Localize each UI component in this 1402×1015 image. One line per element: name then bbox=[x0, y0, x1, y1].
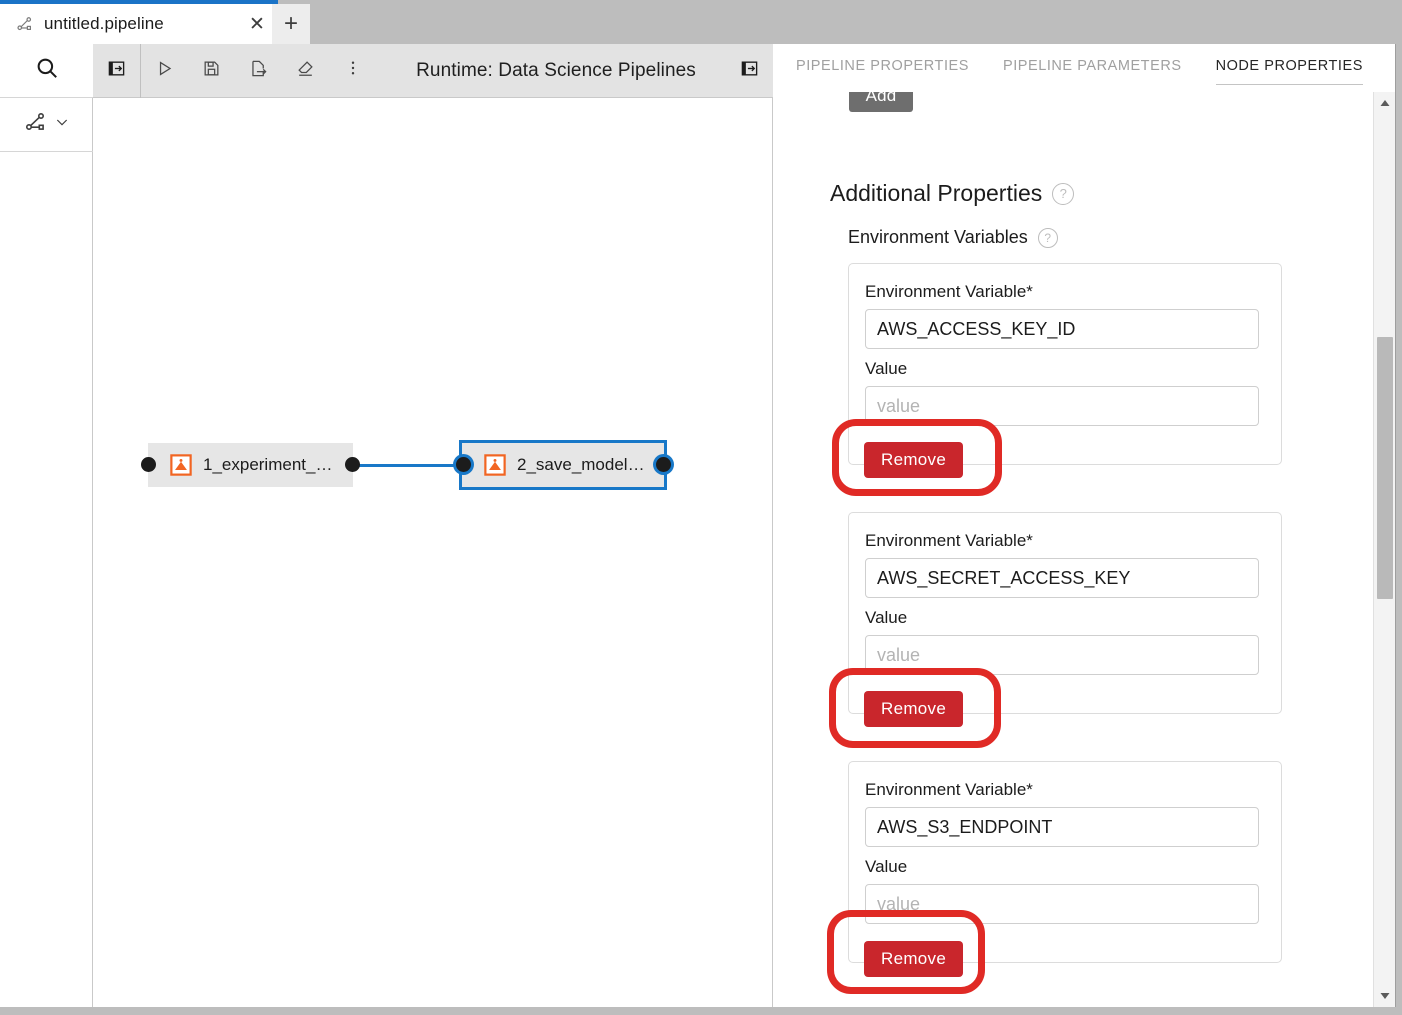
pipeline-canvas[interactable]: 1_experiment_… 2_save_model… bbox=[93, 98, 773, 1007]
help-icon[interactable]: ? bbox=[1038, 228, 1058, 248]
export-icon bbox=[249, 59, 268, 83]
new-tab-button[interactable]: + bbox=[272, 4, 310, 44]
search-icon bbox=[34, 55, 60, 86]
env-var-name-label: Environment Variable* bbox=[865, 780, 1265, 800]
pipeline-node[interactable]: 1_experiment_… bbox=[148, 443, 353, 487]
properties-panel: PIPELINE PROPERTIES PIPELINE PARAMETERS … bbox=[774, 44, 1395, 1007]
panel-open-icon bbox=[107, 59, 126, 83]
scroll-down-arrow[interactable] bbox=[1374, 985, 1396, 1007]
kebab-menu-icon bbox=[344, 59, 362, 82]
env-var-card: Environment Variable* Value bbox=[848, 512, 1282, 714]
clear-button[interactable] bbox=[282, 44, 329, 98]
runtime-label: Runtime: Data Science Pipelines bbox=[376, 60, 726, 82]
window-bottom-edge bbox=[0, 1007, 1402, 1015]
panel-open-icon bbox=[740, 59, 759, 83]
help-icon[interactable]: ? bbox=[1052, 183, 1074, 205]
play-icon bbox=[155, 59, 174, 83]
pipeline-toolbar: Runtime: Data Science Pipelines bbox=[93, 44, 773, 98]
section-title-text: Additional Properties bbox=[830, 180, 1042, 207]
tab-pipeline-properties[interactable]: PIPELINE PROPERTIES bbox=[796, 58, 969, 84]
scrollbar-thumb[interactable] bbox=[1377, 337, 1393, 599]
add-button[interactable]: Add bbox=[849, 92, 913, 112]
subsection-title-environment-variables: Environment Variables ? bbox=[848, 227, 1058, 248]
env-var-name-label: Environment Variable* bbox=[865, 531, 1265, 551]
tab-node-properties[interactable]: NODE PROPERTIES bbox=[1216, 58, 1363, 85]
export-button[interactable] bbox=[235, 44, 282, 98]
pipeline-icon bbox=[16, 15, 34, 33]
sidebar-item-search[interactable] bbox=[0, 44, 93, 98]
node-output-port[interactable] bbox=[656, 457, 671, 472]
save-icon bbox=[202, 59, 221, 83]
notebook-node-icon bbox=[170, 454, 192, 476]
remove-button[interactable]: Remove bbox=[864, 941, 963, 977]
remove-button[interactable]: Remove bbox=[864, 691, 963, 727]
env-var-value-label: Value bbox=[865, 608, 1265, 628]
sidebar-item-pipeline-palette[interactable] bbox=[0, 98, 93, 152]
left-sidebar-rail bbox=[0, 44, 93, 1007]
env-var-name-label: Environment Variable* bbox=[865, 282, 1265, 302]
close-icon[interactable]: ✕ bbox=[244, 11, 270, 37]
env-var-name-input[interactable] bbox=[865, 807, 1259, 847]
env-var-value-input[interactable] bbox=[865, 884, 1259, 924]
panel-scrollbar[interactable] bbox=[1373, 92, 1395, 1007]
save-button[interactable] bbox=[188, 44, 235, 98]
open-panel-right-button[interactable] bbox=[726, 44, 773, 98]
window-right-edge bbox=[1396, 44, 1402, 1007]
env-var-name-input[interactable] bbox=[865, 558, 1259, 598]
env-var-name-input[interactable] bbox=[865, 309, 1259, 349]
env-var-card: Environment Variable* Value bbox=[848, 761, 1282, 963]
env-var-value-input[interactable] bbox=[865, 635, 1259, 675]
editor-tab-untitled-pipeline[interactable]: untitled.pipeline ✕ bbox=[0, 0, 278, 44]
scroll-up-arrow[interactable] bbox=[1374, 92, 1396, 114]
main-frame: Runtime: Data Science Pipelines bbox=[0, 44, 1396, 1007]
tab-pipeline-parameters[interactable]: PIPELINE PARAMETERS bbox=[1003, 58, 1182, 84]
remove-button[interactable]: Remove bbox=[864, 442, 963, 478]
subsection-title-text: Environment Variables bbox=[848, 227, 1028, 248]
eraser-icon bbox=[296, 59, 315, 83]
notebook-node-icon bbox=[484, 454, 506, 476]
node-input-port[interactable] bbox=[141, 457, 156, 472]
open-panel-left-button[interactable] bbox=[93, 44, 140, 98]
overflow-menu-button[interactable] bbox=[329, 44, 376, 98]
pipeline-node-label: 1_experiment_… bbox=[203, 455, 332, 475]
node-input-port[interactable] bbox=[456, 457, 471, 472]
node-output-port[interactable] bbox=[345, 457, 360, 472]
pipeline-node-label: 2_save_model… bbox=[517, 455, 645, 475]
pipeline-node-selected[interactable]: 2_save_model… bbox=[459, 440, 667, 490]
env-var-card: Environment Variable* Value bbox=[848, 263, 1282, 465]
editor-tab-label: untitled.pipeline bbox=[44, 14, 244, 34]
chevron-down-icon bbox=[54, 114, 70, 135]
run-button[interactable] bbox=[141, 44, 188, 98]
env-var-value-input[interactable] bbox=[865, 386, 1259, 426]
node-link bbox=[353, 464, 463, 467]
section-title-additional-properties: Additional Properties ? bbox=[830, 180, 1074, 207]
pipeline-icon bbox=[24, 110, 48, 139]
tab-bar: untitled.pipeline ✕ + bbox=[0, 0, 1402, 44]
panel-tab-bar: PIPELINE PROPERTIES PIPELINE PARAMETERS … bbox=[774, 44, 1395, 92]
env-var-value-label: Value bbox=[865, 857, 1265, 877]
panel-scroll-area: Add Additional Properties ? Environment … bbox=[774, 92, 1373, 1007]
env-var-value-label: Value bbox=[865, 359, 1265, 379]
